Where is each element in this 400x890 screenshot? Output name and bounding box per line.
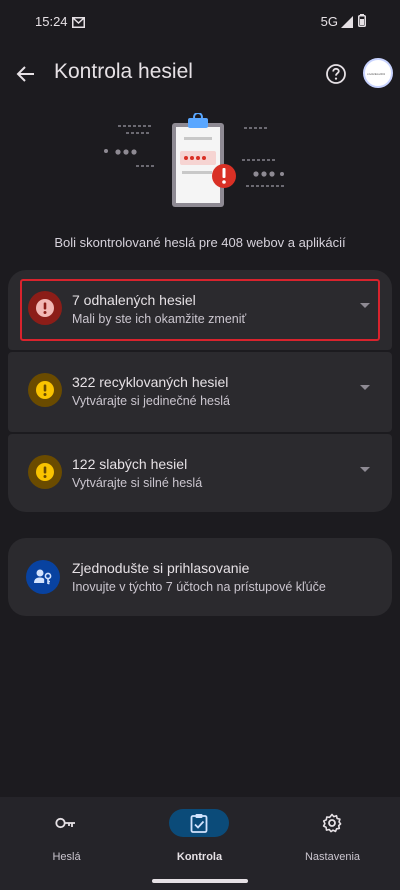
- help-button[interactable]: [322, 60, 350, 88]
- reused-passwords-card[interactable]: 322 recyklovaných hesiel Vytvárajte si j…: [8, 352, 392, 432]
- password-checkup-illustration: [96, 112, 304, 213]
- issue-subtitle: Mali by ste ich okamžite zmeniť: [72, 312, 247, 326]
- issue-subtitle: Vytvárajte si jedinečné heslá: [72, 394, 230, 408]
- checkup-summary: Boli skontrolované heslá pre 408 webov a…: [54, 235, 346, 250]
- account-avatar[interactable]: coolzkoul04: [363, 58, 393, 88]
- nav-label: Kontrola: [176, 851, 223, 863]
- nav-pill: [36, 809, 96, 837]
- chevron-down-icon: [360, 467, 370, 472]
- help-circle-icon: [326, 64, 346, 84]
- battery-icon: [358, 14, 366, 32]
- page-title: Kontrola hesiel: [54, 60, 193, 83]
- status-time: 15:24: [35, 14, 68, 29]
- nav-label: Nastavenia: [304, 851, 361, 863]
- passkey-subtitle: Inovujte v týchto 7 účtoch na prístupové…: [72, 580, 326, 594]
- clipboard-check-icon: [190, 814, 208, 833]
- issue-title: 122 slabých hesiel: [72, 456, 188, 472]
- network-type: 5G: [320, 14, 338, 29]
- passkey-upgrade-card[interactable]: Zjednodušte si prihlasovanie Inovujte v …: [8, 538, 392, 616]
- nav-item-settings[interactable]: Nastavenia: [266, 807, 399, 867]
- nav-item-checkup[interactable]: Kontrola: [133, 807, 266, 867]
- nav-item-passwords[interactable]: Heslá: [0, 807, 133, 867]
- warning-icon: [28, 373, 62, 407]
- gesture-handle[interactable]: [152, 879, 248, 883]
- issue-title: 322 recyklovaných hesiel: [72, 374, 229, 390]
- status-bar: 15:24 5G: [0, 0, 400, 42]
- signal-icon: [341, 15, 353, 33]
- passkey-icon: [26, 560, 60, 594]
- nav-label: Heslá: [52, 851, 81, 863]
- passkey-title: Zjednodušte si prihlasovanie: [72, 560, 250, 576]
- error-icon: [28, 291, 62, 325]
- back-button[interactable]: [12, 60, 40, 88]
- arrow-back-icon: [16, 66, 34, 82]
- avatar-text: coolzkoul04: [367, 72, 385, 76]
- warning-icon: [28, 455, 62, 489]
- chevron-down-icon: [360, 385, 370, 390]
- bottom-navigation: Heslá Kontrola Nastavenia: [0, 797, 400, 890]
- weak-passwords-card[interactable]: 122 slabých hesiel Vytvárajte si silné h…: [8, 434, 392, 512]
- gear-icon: [322, 813, 342, 833]
- highlight-box: [20, 279, 380, 341]
- nav-pill-active: [169, 809, 229, 837]
- chevron-down-icon: [360, 303, 370, 308]
- app-bar: Kontrola hesiel coolzkoul04: [0, 50, 400, 98]
- nav-pill: [302, 809, 362, 837]
- compromised-passwords-card[interactable]: 7 odhalených hesiel Mali by ste ich okam…: [8, 270, 392, 350]
- key-icon: [55, 817, 75, 829]
- mail-notification-icon: [72, 15, 85, 33]
- issue-subtitle: Vytvárajte si silné heslá: [72, 476, 203, 490]
- issue-title: 7 odhalených hesiel: [72, 292, 196, 308]
